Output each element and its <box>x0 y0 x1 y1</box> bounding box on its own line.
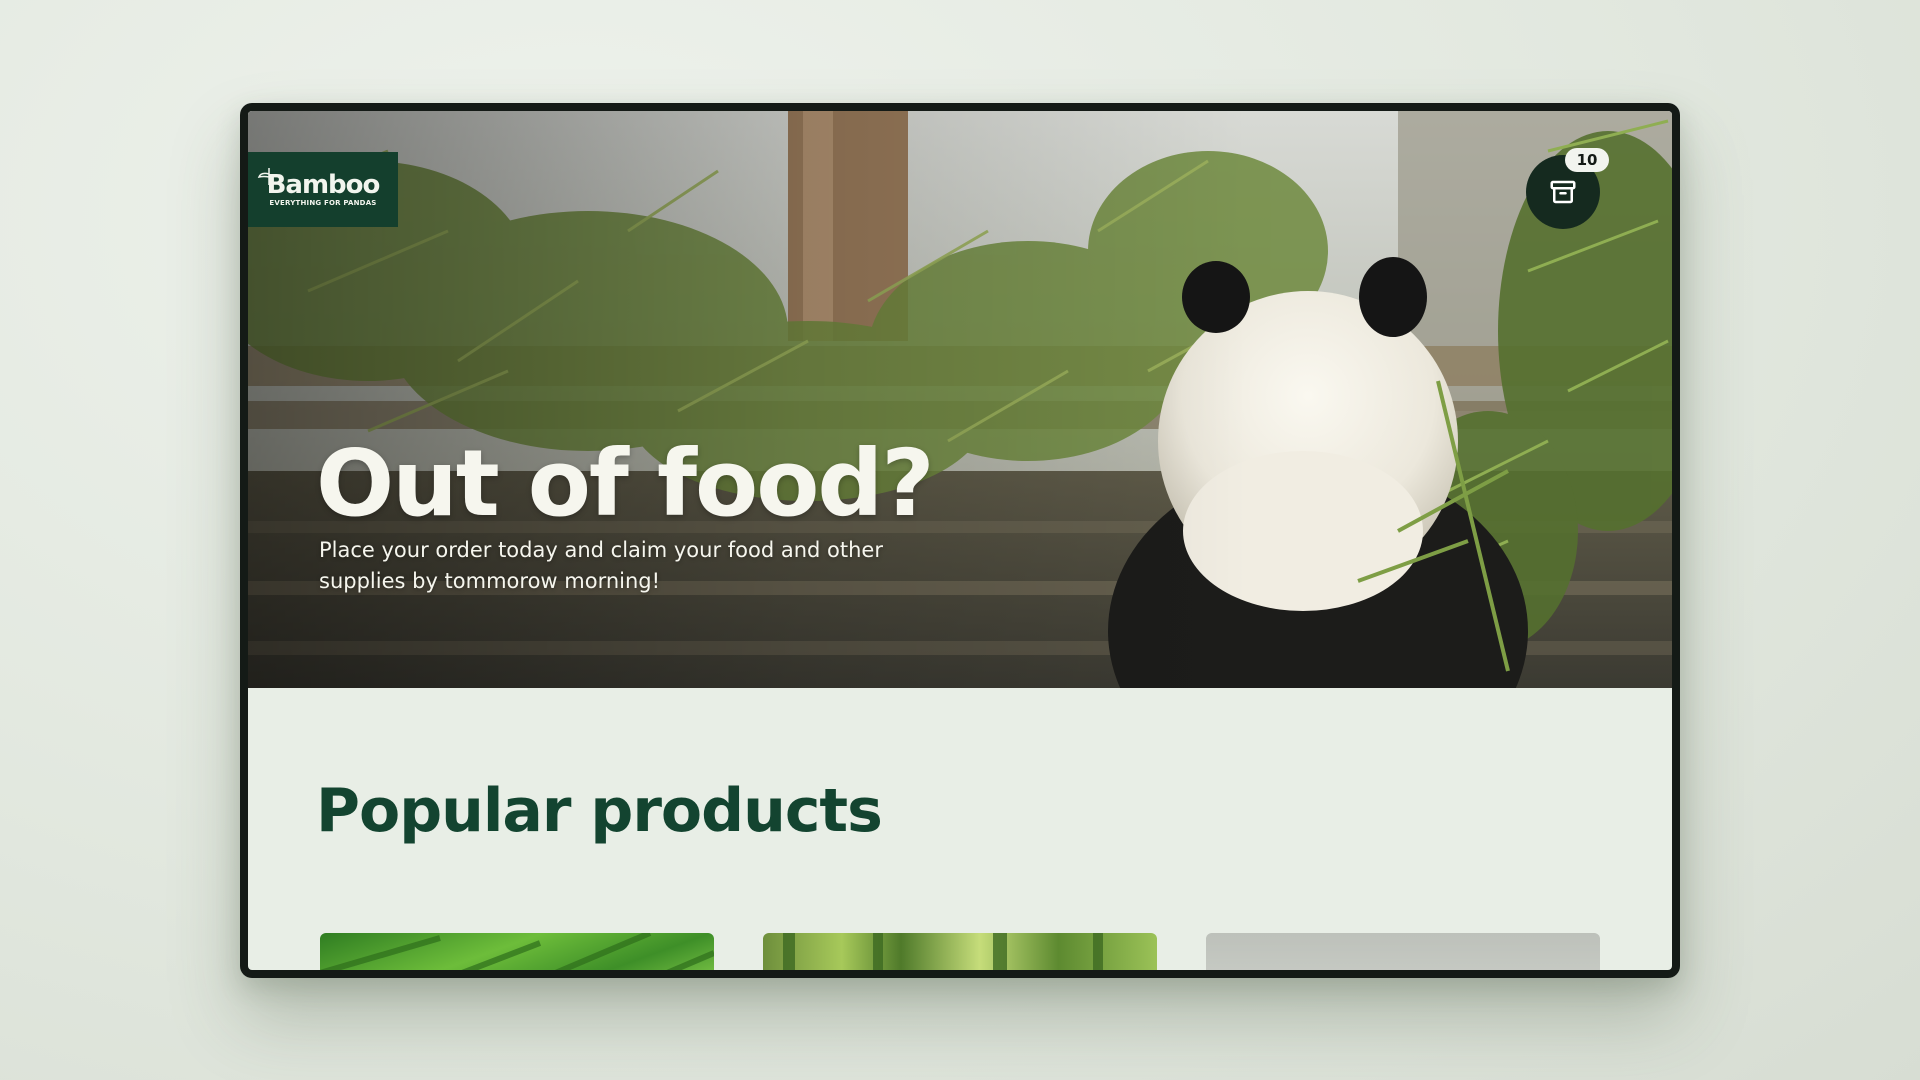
cart-count-badge: 10 <box>1565 148 1609 172</box>
logo-name: Bamboo <box>257 168 380 198</box>
hero-subtitle: Place your order today and claim your fo… <box>319 538 883 593</box>
bamboo-leaf-icon <box>257 168 270 185</box>
bamboo-leaves-photo <box>320 933 714 970</box>
archive-box-icon <box>1550 180 1576 204</box>
brand-logo[interactable]: Bamboo EVERYTHING FOR PANDAS <box>248 152 398 227</box>
product-card[interactable] <box>1206 933 1600 970</box>
app-screen: Bamboo EVERYTHING FOR PANDAS 10 Out of f… <box>248 111 1672 970</box>
popular-products-heading: Popular products <box>316 776 883 846</box>
product-card[interactable] <box>320 933 714 970</box>
hero-image <box>248 111 1672 688</box>
product-photo <box>1206 933 1600 970</box>
logo-tagline: EVERYTHING FOR PANDAS <box>269 199 377 207</box>
bamboo-stalks-photo <box>783 933 1103 970</box>
device-frame: Bamboo EVERYTHING FOR PANDAS 10 Out of f… <box>240 103 1680 978</box>
product-card[interactable] <box>763 933 1157 970</box>
hero-banner: Bamboo EVERYTHING FOR PANDAS 10 Out of f… <box>248 111 1672 688</box>
hero-title: Out of food? <box>316 430 935 537</box>
